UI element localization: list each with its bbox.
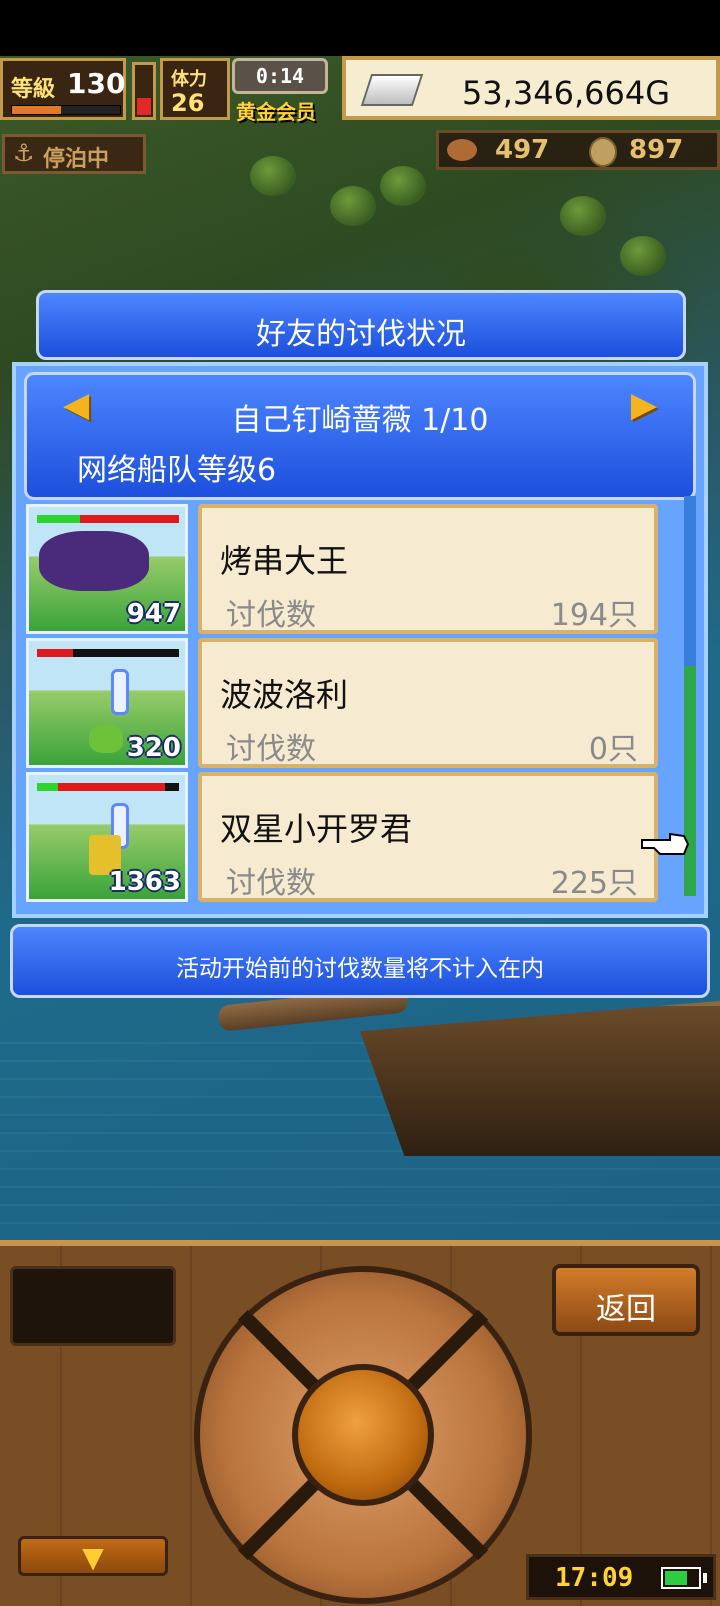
friend-card: 波波洛利 讨伐数 0只 [198,638,658,768]
hp-bar [37,649,179,657]
hp-bar-red [58,783,165,791]
coin-icon [589,137,617,167]
empty-slot [10,1266,176,1346]
battery-fill [665,1571,688,1585]
next-friend-arrow-icon[interactable]: ▶ [631,385,657,425]
kill-count-label: 讨伐数 [226,732,316,767]
stamina-value: 26 [171,89,205,117]
monster-count: 1363 [108,867,181,897]
battery-tip [703,1573,707,1583]
menu-toggle-button[interactable]: ▼ [18,1536,168,1576]
monster-thumbnail: 947 [26,504,188,634]
hp-bar [37,515,179,523]
back-button[interactable]: 返回 [552,1264,700,1336]
hp-bar-red [79,515,179,523]
anchored-status-badge: ⚓ 停泊中 [2,134,146,174]
monster-thumbnail: 1363 [26,772,188,902]
level-label: 等級 [11,77,56,102]
scrollbar-thumb[interactable] [684,666,696,896]
chevron-down-icon: ▼ [82,1541,104,1574]
monster-count: 947 [126,599,181,629]
dpad-center-button[interactable] [292,1364,434,1506]
gold-panel: 53,346,664G [342,56,720,120]
battery-icon [661,1567,701,1589]
monster-sprite [39,531,149,591]
kill-count-label: 讨伐数 [226,866,316,901]
timer-value: 0:14 [255,64,305,88]
stamina-gauge-fill [137,97,151,115]
stamina-panel: 体力 26 [160,58,230,120]
exp-bar [11,105,121,115]
anchored-label: 停泊中 [43,147,110,172]
hp-bar [37,783,179,791]
tree [380,166,426,206]
hp-bar-green [37,783,59,791]
friend-row[interactable]: 1363 双星小开罗君 讨伐数 225只 [26,772,658,902]
kill-count-value: 225只 [550,866,638,901]
level-panel: 等級 130 [0,58,126,120]
hp-bar-red [37,649,73,657]
clock-panel: 17:09 [526,1554,716,1600]
stamina-label: 体力 [171,69,207,90]
meat-icon [447,139,477,161]
friend-card: 双星小开罗君 讨伐数 225只 [198,772,658,902]
gold-value: 53,346,664G [461,74,670,112]
level-value: 130 [67,67,126,100]
friend-card-name: 烤串大王 [220,542,349,580]
tree [250,156,296,196]
friend-card: 烤串大王 讨伐数 194只 [198,504,658,634]
alert-icon [111,669,129,715]
tree [620,236,666,276]
friend-row[interactable]: 947 烤串大王 讨伐数 194只 [26,504,658,634]
dialog-title: 好友的讨伐状况 [256,317,466,352]
monster-count: 320 [126,733,181,763]
tree [560,196,606,236]
anchor-icon: ⚓ [13,139,35,167]
member-status-label: 黄金会员 [236,100,316,124]
friend-card-name: 波波洛利 [220,676,349,714]
notice-text: 活动开始前的讨伐数量将不计入在内 [176,956,544,982]
dialog-body: ◀ 自己钉崎蔷薇 1/10 ▶ 网络船队等级6 947 烤串大王 讨伐数 194… [12,362,708,918]
meat-value: 497 [495,135,550,165]
silver-ingot-icon [360,74,424,106]
notice-bar: 活动开始前的讨伐数量将不计入在内 [10,924,710,998]
control-panel: 返回 ▼ 17:09 [0,1240,720,1606]
friend-header: ◀ 自己钉崎蔷薇 1/10 ▶ 网络船队等级6 [24,372,696,500]
friend-card-name: 双星小开罗君 [220,810,413,848]
kill-count-value: 0只 [588,732,638,767]
direction-pad[interactable] [194,1266,532,1604]
friend-name: 自己钉崎蔷薇 1/10 [231,403,489,438]
hand-pointer-icon [641,832,690,855]
stamina-gauge [132,62,156,120]
hp-bar-green [37,515,80,523]
tree [330,186,376,226]
monster-thumbnail: 320 [26,638,188,768]
coin-value: 897 [629,135,684,165]
friend-row[interactable]: 320 波波洛利 讨伐数 0只 [26,638,658,768]
timer-panel: 0:14 [232,58,328,94]
exp-bar-fill [12,106,61,114]
kill-count-label: 讨伐数 [226,598,316,633]
dialog-title-bar: 好友的讨伐状况 [36,290,686,360]
monster-sprite [89,725,123,753]
back-button-label: 返回 [596,1292,656,1327]
kill-count-value: 194只 [550,598,638,633]
fleet-level: 网络船队等级6 [77,453,277,488]
clock-time: 17:09 [555,1563,634,1593]
resource-panel: 497 897 [436,130,720,170]
